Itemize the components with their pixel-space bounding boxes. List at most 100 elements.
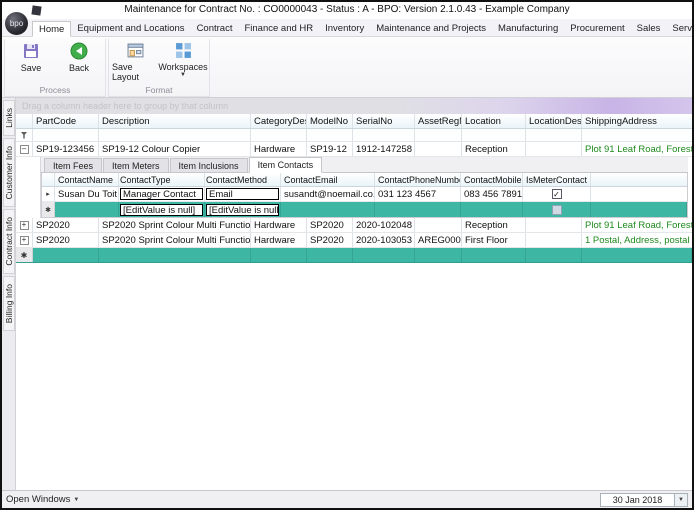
detail-header-contactemail[interactable]: ContactEmail: [281, 173, 375, 186]
cell-ismetercontact[interactable]: ✓: [523, 187, 591, 201]
detail-header-contactmethod[interactable]: ContactMethod: [205, 173, 281, 186]
cell-locationdesc[interactable]: [526, 142, 582, 156]
new-location-cell[interactable]: [462, 248, 526, 262]
cell-shippingaddress[interactable]: Plot 91 Leaf Road, Forest Hills,...: [582, 142, 692, 156]
ribbon-tab-finance-and-hr[interactable]: Finance and HR: [238, 20, 319, 36]
header-partcode[interactable]: PartCode: [33, 114, 99, 128]
save-button[interactable]: Save: [8, 40, 54, 84]
cell-categorydesc[interactable]: Hardware: [251, 142, 307, 156]
new-contactphonenumber-cell[interactable]: [375, 202, 461, 217]
new-locationdesc-cell[interactable]: [526, 248, 582, 262]
new-shippingaddress-cell[interactable]: [582, 248, 692, 262]
detail-new-row[interactable]: ✱ [EditValue is null] [EditValue is null…: [42, 202, 687, 217]
new-categorydesc-cell[interactable]: [251, 248, 307, 262]
header-assetregno[interactable]: AssetRegNo: [415, 114, 462, 128]
cell-shippingaddress[interactable]: Plot 91 Leaf Road, Forest Hills,...: [582, 218, 692, 232]
collapse-icon[interactable]: –: [19, 144, 29, 154]
tab-item-fees[interactable]: Item Fees: [44, 158, 103, 172]
filter-partcode[interactable]: [33, 129, 99, 141]
filter-modelno[interactable]: [307, 129, 353, 141]
cell-modelno[interactable]: SP19-12: [307, 142, 353, 156]
cell-partcode[interactable]: SP2020: [33, 218, 99, 232]
header-location[interactable]: Location: [462, 114, 526, 128]
detail-header-ismetercontact[interactable]: IsMeterContact: [523, 173, 591, 186]
checkbox-checked-icon[interactable]: ✓: [551, 189, 562, 199]
cell-partcode[interactable]: SP2020: [33, 233, 99, 247]
filter-description[interactable]: [99, 129, 251, 141]
new-contacttype-editor[interactable]: [EditValue is null]: [120, 203, 203, 216]
cell-serialno[interactable]: 1912-147258: [353, 142, 415, 156]
cell-description[interactable]: SP2020 Sprint Colour Multi Functional Co…: [99, 233, 251, 247]
ribbon-tab-sales[interactable]: Sales: [631, 20, 667, 36]
detail-header-contactmobile[interactable]: ContactMobile: [461, 173, 523, 186]
cell-contacttype[interactable]: Manager Contact: [119, 187, 205, 201]
new-contactmethod-cell[interactable]: [EditValue is null]: [205, 202, 281, 217]
cell-location[interactable]: Reception: [462, 142, 526, 156]
cell-assetregno[interactable]: AREG000048: [415, 233, 462, 247]
filter-locationdesc[interactable]: [526, 129, 582, 141]
new-ismetercontact-cell[interactable]: [523, 202, 591, 217]
ribbon-tab-contract[interactable]: Contract: [191, 20, 239, 36]
cell-location[interactable]: Reception: [462, 218, 526, 232]
cell-locationdesc[interactable]: [526, 218, 582, 232]
header-locationdesc[interactable]: LocationDesc: [526, 114, 582, 128]
tab-item-contacts[interactable]: Item Contacts: [248, 157, 323, 173]
header-description[interactable]: Description: [99, 114, 251, 128]
sidebar-item-billing-info[interactable]: Billing Info: [3, 275, 15, 332]
new-modelno-cell[interactable]: [307, 248, 353, 262]
new-contactmobile-cell[interactable]: [461, 202, 523, 217]
expand-icon[interactable]: +: [19, 235, 29, 245]
grid-new-row[interactable]: ✱: [16, 248, 692, 263]
detail-row-contact[interactable]: ▸ Susan Du Toit Manager Contact Email su…: [42, 187, 687, 202]
sidebar-item-contract-info[interactable]: Contract Info: [3, 209, 15, 274]
bpo-logo[interactable]: bpo: [5, 12, 28, 35]
cell-serialno[interactable]: 2020-102048: [353, 218, 415, 232]
open-windows-button[interactable]: Open Windows ▼: [6, 494, 79, 505]
contacttype-editor[interactable]: Manager Contact: [120, 188, 203, 200]
save-layout-button[interactable]: Save Layout: [112, 40, 158, 84]
filter-categorydesc[interactable]: [251, 129, 307, 141]
ribbon-tab-manufacturing[interactable]: Manufacturing: [492, 20, 564, 36]
cell-categorydesc[interactable]: Hardware: [251, 218, 307, 232]
new-contactname-cell[interactable]: [55, 202, 119, 217]
detail-header-contactname[interactable]: ContactName: [55, 173, 119, 186]
contactmethod-editor[interactable]: Email: [206, 188, 279, 200]
cell-locationdesc[interactable]: [526, 233, 582, 247]
new-description-cell[interactable]: [99, 248, 251, 262]
date-dropdown-icon[interactable]: ▼: [674, 493, 687, 506]
ribbon-tab-home[interactable]: Home: [32, 21, 72, 37]
tab-item-meters[interactable]: Item Meters: [103, 158, 169, 172]
filter-location[interactable]: [462, 129, 526, 141]
sidebar-item-customer-info[interactable]: Customer Info: [3, 137, 15, 208]
header-serialno[interactable]: SerialNo: [353, 114, 415, 128]
cell-partcode[interactable]: SP19-123456: [33, 142, 99, 156]
grid-row-sp2020-102048[interactable]: + SP2020 SP2020 Sprint Colour Multi Func…: [16, 218, 692, 233]
ribbon-tab-maintenance-and-projects[interactable]: Maintenance and Projects: [370, 20, 492, 36]
group-by-panel[interactable]: Drag a column header here to group by th…: [16, 98, 692, 114]
cell-location[interactable]: First Floor: [462, 233, 526, 247]
new-serialno-cell[interactable]: [353, 248, 415, 262]
cell-contactname[interactable]: Susan Du Toit: [55, 187, 119, 201]
detail-header-contactphonenumber[interactable]: ContactPhoneNumber: [375, 173, 461, 186]
checkbox-indeterminate-icon[interactable]: [551, 204, 562, 215]
cell-contactphonenumber[interactable]: 031 123 4567: [375, 187, 461, 201]
ribbon-tab-service[interactable]: Service: [666, 20, 692, 36]
grid-row-sp2020-103053[interactable]: + SP2020 SP2020 Sprint Colour Multi Func…: [16, 233, 692, 248]
detail-header-contacttype[interactable]: ContactType: [119, 173, 205, 186]
cell-shippingaddress[interactable]: 1 Postal, Address, postal 3, po...: [582, 233, 692, 247]
header-modelno[interactable]: ModelNo: [307, 114, 353, 128]
cell-contactmethod[interactable]: Email: [205, 187, 281, 201]
workspaces-button[interactable]: Workspaces ▼: [158, 40, 208, 84]
ribbon-tab-procurement[interactable]: Procurement: [564, 20, 630, 36]
cell-contactemail[interactable]: susandt@noemail.co.za: [281, 187, 375, 201]
cell-assetregno[interactable]: [415, 218, 462, 232]
new-contacttype-cell[interactable]: [EditValue is null]: [119, 202, 205, 217]
ribbon-tab-inventory[interactable]: Inventory: [319, 20, 370, 36]
new-contactmethod-editor[interactable]: [EditValue is null]: [206, 203, 279, 216]
filter-assetregno[interactable]: [415, 129, 462, 141]
new-assetregno-cell[interactable]: [415, 248, 462, 262]
new-contactemail-cell[interactable]: [281, 202, 375, 217]
header-shippingaddress[interactable]: ShippingAddress: [582, 114, 692, 128]
tab-item-inclusions[interactable]: Item Inclusions: [169, 158, 248, 172]
filter-shippingaddress[interactable]: [582, 129, 692, 141]
